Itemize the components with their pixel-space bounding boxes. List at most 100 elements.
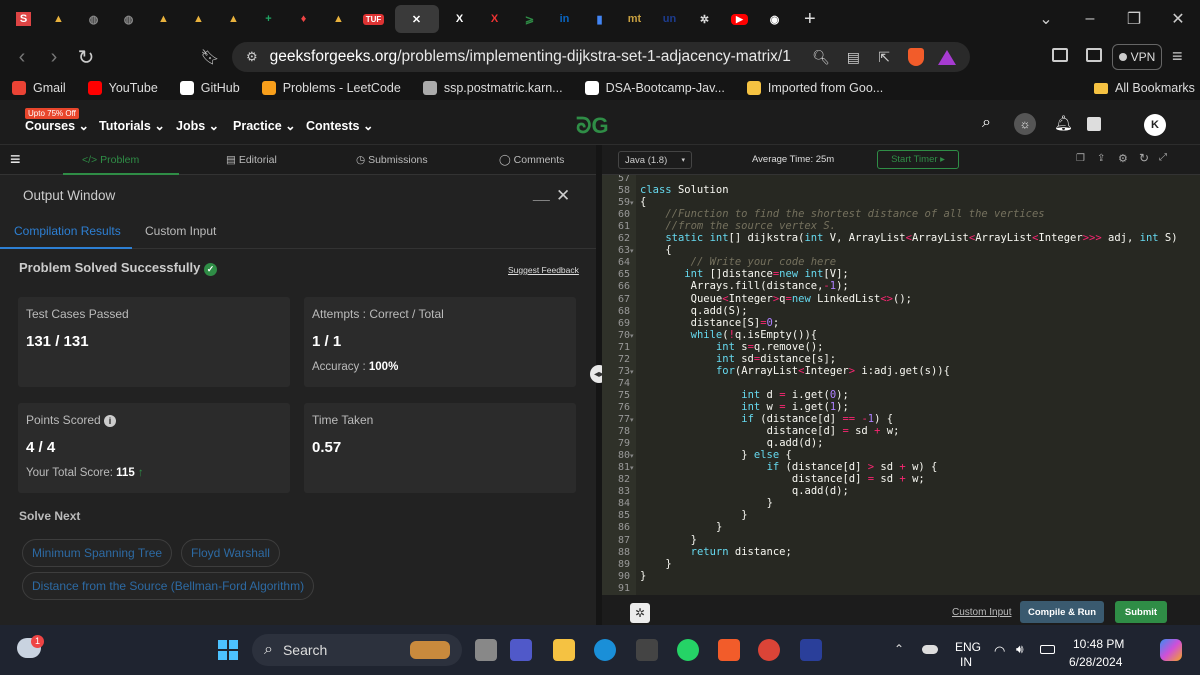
browser-tab[interactable]: ▲: [45, 5, 73, 33]
close-window-icon[interactable]: ✕: [1156, 9, 1200, 29]
browser-tab[interactable]: X: [481, 5, 509, 33]
brave-icon[interactable]: [718, 639, 740, 661]
reload-icon[interactable]: ↻: [70, 45, 102, 70]
teams-icon[interactable]: [510, 639, 532, 661]
code-line[interactable]: }: [640, 521, 722, 533]
tray-chevron-icon[interactable]: ⌃: [894, 642, 904, 656]
copy-icon[interactable]: ❐: [1076, 153, 1085, 164]
region-indicator[interactable]: IN: [960, 655, 972, 669]
fold-toggle-icon[interactable]: ▾: [630, 464, 634, 472]
tab-custom-input[interactable]: Custom Input: [145, 224, 216, 238]
fold-toggle-icon[interactable]: ▾: [630, 416, 634, 424]
code-line[interactable]: int d = i.get(0);: [640, 389, 849, 401]
minimize-icon[interactable]: –: [1068, 10, 1112, 28]
volume-icon[interactable]: 🔊︎: [1016, 642, 1024, 657]
browser-tab[interactable]: ◍: [80, 5, 108, 33]
nav-courses[interactable]: Courses ⌄: [25, 118, 89, 133]
brave-rewards-icon[interactable]: [938, 49, 956, 65]
nav-contests[interactable]: Contests ⌄: [306, 118, 373, 133]
code-line[interactable]: q.add(S);: [640, 305, 748, 317]
tab-editorial[interactable]: ▤ Editorial: [226, 154, 277, 166]
code-line[interactable]: } else {: [640, 449, 792, 461]
menu-icon[interactable]: ≡: [1172, 46, 1183, 67]
code-line[interactable]: int []distance=new int[V];: [640, 268, 848, 280]
code-line[interactable]: Arrays.fill(distance,-1);: [640, 280, 849, 292]
address-bar[interactable]: ⚙︎ geeksforgeeks.org/problems/implementi…: [232, 42, 970, 72]
code-line[interactable]: {: [640, 196, 646, 208]
info-icon[interactable]: i: [104, 415, 117, 427]
tab-compilation-results[interactable]: Compilation Results: [14, 224, 121, 238]
avatar[interactable]: K: [1144, 114, 1166, 136]
chrome-icon[interactable]: [758, 639, 780, 661]
code-line[interactable]: int s=q.remove();: [640, 341, 824, 353]
all-bookmarks[interactable]: All Bookmarks: [1094, 81, 1195, 95]
browser-tab[interactable]: X: [446, 5, 474, 33]
fold-toggle-icon[interactable]: ▾: [630, 199, 634, 207]
browser-tab[interactable]: ▶: [726, 5, 754, 33]
browser-tab[interactable]: ⩾: [516, 5, 544, 33]
site-info-icon[interactable]: ⚙︎: [246, 49, 258, 65]
minimize-panel-icon[interactable]: __: [533, 185, 550, 202]
code-line[interactable]: Queue<Integer>q=new LinkedList<>();: [640, 293, 912, 305]
code-editor[interactable]: 57 58 59 ▾ 60 61 62 63 ▾ 64 65 66 67 68 69 70 ▾ 71 72 73 ▾ 74…: [602, 175, 1200, 595]
code-line[interactable]: }: [640, 570, 646, 582]
nav-practice[interactable]: Practice ⌄: [233, 118, 296, 133]
back-icon[interactable]: ‹: [6, 46, 38, 69]
theme-toggle-icon[interactable]: ☼: [1014, 113, 1036, 135]
browser-tab[interactable]: +: [255, 5, 283, 33]
bookmark-item[interactable]: DSA-Bootcamp-Jav...: [584, 81, 725, 95]
browser-tab[interactable]: un: [656, 5, 684, 33]
intellij-icon[interactable]: [800, 639, 822, 661]
browser-tab[interactable]: ▲: [220, 5, 248, 33]
upload-icon[interactable]: ⇪: [1097, 153, 1105, 164]
bookmark-item[interactable]: YouTube: [87, 81, 158, 95]
bookmark-item[interactable]: GitHub: [179, 81, 240, 95]
language-indicator[interactable]: ENG: [955, 640, 981, 654]
code-line[interactable]: q.add(d);: [640, 485, 849, 497]
store-icon[interactable]: [636, 639, 658, 661]
fullscreen-icon[interactable]: ⤢: [1159, 152, 1167, 163]
browser-tab[interactable]: ♦: [290, 5, 318, 33]
reader-icon[interactable]: ▤: [847, 49, 860, 66]
code-line[interactable]: q.add(d);: [640, 437, 824, 449]
code-line[interactable]: //from the source vertex S.: [640, 220, 836, 232]
custom-input-link[interactable]: Custom Input: [952, 607, 1011, 618]
whatsapp-icon[interactable]: [677, 639, 699, 661]
cloud-icon[interactable]: [922, 645, 938, 654]
compile-run-button[interactable]: Compile & Run: [1020, 601, 1104, 623]
wifi-icon[interactable]: ◠: [994, 643, 1005, 659]
windows-start-icon[interactable]: [218, 640, 238, 660]
code-line[interactable]: }: [640, 558, 671, 570]
code-line[interactable]: static int[] dijkstra(int V, ArrayList<A…: [640, 232, 1177, 244]
browser-tab[interactable]: TUF: [360, 5, 388, 33]
tab-submissions[interactable]: ◷ Submissions: [356, 154, 428, 166]
wallet-icon[interactable]: [1086, 48, 1102, 62]
next-problem-link[interactable]: Minimum Spanning Tree: [22, 539, 173, 567]
reset-icon[interactable]: ↻: [1139, 151, 1149, 165]
vpn-button[interactable]: VPN: [1112, 44, 1162, 70]
browser-tab[interactable]: ◍: [115, 5, 143, 33]
browser-tab[interactable]: ▮: [586, 5, 614, 33]
forward-icon[interactable]: ›: [38, 46, 70, 69]
fold-toggle-icon[interactable]: ▾: [630, 247, 634, 255]
browser-tab[interactable]: mt: [621, 5, 649, 33]
close-tab-icon[interactable]: ✕: [394, 5, 439, 33]
nav-jobs[interactable]: Jobs ⌄: [176, 118, 219, 133]
code-line[interactable]: {: [640, 244, 671, 256]
code-line[interactable]: // Write your code here: [640, 256, 836, 268]
browser-tab[interactable]: ▲: [325, 5, 353, 33]
taskbar-search[interactable]: ⌕ Search: [252, 634, 462, 666]
file-explorer-icon[interactable]: [553, 639, 575, 661]
code-line[interactable]: while(!q.isEmpty()){: [640, 329, 818, 341]
code-line[interactable]: int w = i.get(1);: [640, 401, 849, 413]
code-line[interactable]: for(ArrayList<Integer> i:adj.get(s)){: [640, 365, 950, 377]
language-select[interactable]: Java (1.8) ▾: [618, 151, 692, 169]
settings-icon[interactable]: ⚙︎: [1118, 152, 1128, 165]
bookmark-item[interactable]: Imported from Goo...: [746, 81, 883, 95]
zoom-icon[interactable]: 🔍︎: [812, 49, 830, 66]
code-line[interactable]: if (distance[d] > sd + w) {: [640, 461, 938, 473]
clock-date[interactable]: 6/28/2024: [1069, 655, 1122, 669]
suggest-feedback-link[interactable]: Suggest Feedback: [508, 265, 579, 275]
new-tab-icon[interactable]: +: [804, 8, 816, 31]
edge-icon[interactable]: [594, 639, 616, 661]
